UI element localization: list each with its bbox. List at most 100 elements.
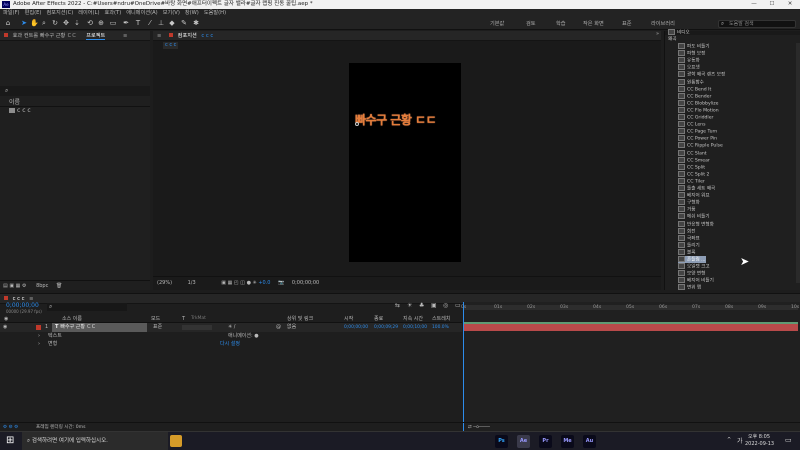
layer-label-color[interactable] (36, 325, 41, 330)
timeline-current-time[interactable]: 0;00;00;00 (6, 302, 39, 309)
animate-button[interactable]: 애니메이션: ● (228, 332, 259, 340)
effect-item[interactable]: 유동화 (678, 57, 700, 64)
trkmat-dropdown[interactable] (182, 325, 212, 330)
rotate-tool-icon[interactable]: ⟲ (86, 19, 94, 28)
new-folder-icon[interactable]: ▣ (9, 283, 14, 289)
col-trkmat[interactable]: TrkMat (191, 315, 206, 323)
workspace-libraries[interactable]: 라이브러리 (651, 20, 675, 27)
col-in[interactable]: 시작 (344, 315, 353, 323)
layer-mode-dropdown[interactable]: 표준 (153, 323, 162, 332)
anchor-point-icon[interactable] (355, 122, 359, 126)
effect-item[interactable]: CC Page Turn (678, 128, 717, 135)
project-search-field[interactable]: ⌕ (0, 86, 150, 96)
bpc-label[interactable]: 8bpc (36, 283, 48, 289)
expand-arrow-icon[interactable]: › (38, 340, 40, 348)
viewer-text-layer[interactable]: 빠수구 근황 ㄷㄷ (355, 111, 437, 128)
graph-editor-icon[interactable]: ▭ (455, 302, 461, 309)
rectangle-tool-icon[interactable]: ▭ (109, 19, 117, 28)
menu-view[interactable]: 보기(V) (163, 10, 180, 16)
av-features-icon[interactable]: ◉ (4, 315, 8, 323)
tab-composition[interactable]: 컴포지션 (178, 33, 197, 39)
playhead[interactable] (463, 302, 464, 432)
project-column-header[interactable]: 이름 (0, 98, 150, 107)
close-button[interactable]: ✕ (781, 0, 799, 9)
layer-duration[interactable]: 0;00;10;00 (403, 323, 427, 332)
comp-breadcrumb[interactable]: c c c (163, 42, 179, 49)
pen-tool-icon[interactable]: ✒ (122, 19, 130, 28)
minimize-button[interactable]: — (745, 0, 763, 9)
switches-icon[interactable]: ✳ / (228, 323, 235, 332)
workspace-learn[interactable]: 학습 (556, 20, 566, 27)
workspace-default[interactable]: 기본값 (490, 20, 504, 27)
workspace-review[interactable]: 검토 (526, 20, 536, 27)
interpret-footage-icon[interactable]: ▤ (3, 283, 8, 289)
layer-duration-bar[interactable] (464, 324, 798, 331)
zoom-dropdown[interactable]: (29%) (157, 280, 172, 286)
panel-collapse-icon[interactable]: » (656, 31, 659, 37)
visibility-eye-icon[interactable]: ◉ (3, 323, 7, 332)
transparency-grid-icon[interactable]: ▦ (228, 280, 233, 286)
menu-layer[interactable]: 레이어(L) (78, 10, 99, 16)
layer-out-time[interactable]: 0;00;09;29 (374, 323, 398, 332)
current-time[interactable]: 0;00;00;00 (292, 280, 319, 286)
menu-effect[interactable]: 효과(T) (104, 10, 121, 16)
clock-time[interactable]: 오후 8:05 (748, 433, 770, 440)
hide-shy-icon[interactable]: ♣ (419, 302, 424, 309)
project-item-row[interactable]: c c c (0, 107, 150, 115)
clock-date[interactable]: 2022-09-13 (745, 441, 774, 447)
orbit-tool-icon[interactable]: ↻ (51, 19, 59, 28)
pickwhip-icon[interactable]: @ (276, 323, 281, 332)
motion-blur-icon[interactable]: ◎ (443, 302, 448, 309)
delete-icon[interactable]: 🗑 (56, 283, 62, 289)
tab-project[interactable]: 프로젝트 (86, 33, 106, 40)
taskbar-app-au-icon[interactable]: Au (583, 435, 596, 448)
dolly-tool-icon[interactable]: ⇣ (73, 19, 81, 28)
mask-icon[interactable]: ◰ (234, 280, 239, 286)
effect-item[interactable]: CC Split (678, 164, 705, 171)
lock-icon[interactable] (169, 33, 174, 37)
frame-blend-icon[interactable]: ▣ (431, 302, 437, 309)
notification-icon[interactable]: ▭ (785, 436, 792, 444)
region-icon[interactable]: ▣ (221, 280, 226, 286)
snapshot-icon[interactable]: 📷 (278, 280, 284, 286)
menu-file[interactable]: 파일(F) (3, 10, 20, 16)
view-options-icon[interactable]: ◫ (240, 280, 245, 286)
project-settings-icon[interactable]: ⚙ (22, 283, 26, 289)
pan-tool-icon[interactable]: ✥ (62, 19, 70, 28)
comp-flowchart-icon[interactable]: ⇆ (395, 302, 400, 309)
taskbar-app-me-icon[interactable]: Me (561, 435, 574, 448)
menu-help[interactable]: 도움말(H) (204, 10, 226, 16)
timeline-tracks[interactable]: 0s01s02s03s04s05s06s07s08s09s10s (461, 302, 800, 432)
layer-name-field[interactable]: T 빠수구 근황 ㄷㄷ (52, 323, 147, 332)
file-explorer-icon[interactable] (170, 435, 182, 447)
reset-link[interactable]: 다시 설정 (220, 340, 240, 348)
layer-row[interactable]: ◉ 1 T 빠수구 근황 ㄷㄷ 표준 ✳ / @ 없음 0;00;00;00 0;… (0, 323, 462, 332)
parent-dropdown[interactable]: 없음 (287, 323, 296, 332)
comp-viewer[interactable]: 빠수구 근황 ㄷㄷ (349, 63, 461, 262)
panel-menu-icon[interactable]: ≡ (123, 33, 127, 39)
col-mode[interactable]: 모드 (151, 315, 160, 323)
eraser-tool-icon[interactable]: ◆ (168, 19, 176, 28)
menu-composition[interactable]: 컴포지션(C) (46, 10, 73, 16)
effect-item[interactable]: CC Tiler (678, 178, 705, 185)
panel-menu-icon[interactable]: ≡ (157, 33, 161, 39)
tab-comp-name[interactable]: c c c (201, 33, 213, 39)
resolution-dropdown[interactable]: 1/3 (188, 280, 196, 286)
text-tool-icon[interactable]: T (134, 19, 142, 28)
layer-stretch[interactable]: 100.0% (432, 323, 449, 332)
property-transform-row[interactable]: › 변형 다시 설정 (0, 340, 462, 348)
col-duration[interactable]: 지속 시간 (403, 315, 423, 323)
draft-3d-icon[interactable]: ☀ (407, 302, 412, 309)
hand-tool-icon[interactable]: ✋ (30, 19, 39, 28)
selection-tool-icon[interactable]: ➤ (20, 19, 28, 28)
clone-stamp-tool-icon[interactable]: ⊥ (157, 19, 165, 28)
col-t[interactable]: T (182, 315, 185, 323)
maximize-button[interactable]: ☐ (763, 0, 781, 9)
tray-chevron-icon[interactable]: ^ (727, 437, 731, 443)
close-tab-icon[interactable] (4, 33, 8, 37)
exposure-value[interactable]: +0.0 (258, 280, 270, 286)
expand-arrow-icon[interactable]: › (38, 332, 40, 340)
col-out[interactable]: 종료 (374, 315, 383, 323)
brush-tool-icon[interactable]: ⁄ (146, 19, 154, 28)
effects-scrollbar[interactable] (796, 43, 800, 283)
